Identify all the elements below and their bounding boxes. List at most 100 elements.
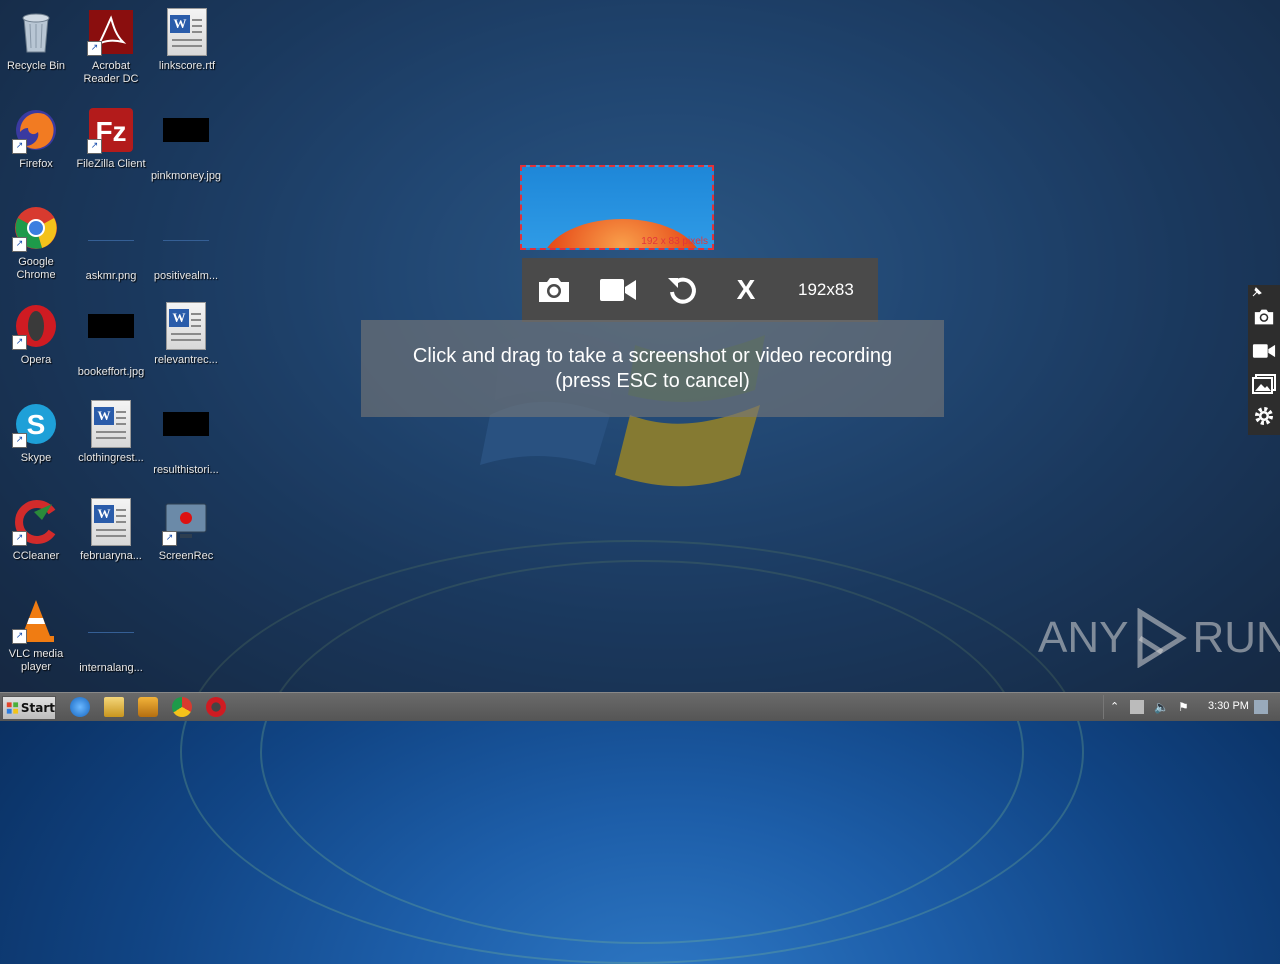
shortcut-arrow-icon: ↗: [12, 335, 27, 350]
image-file-icon: [162, 218, 210, 266]
recycle-bin-icon: [12, 8, 60, 56]
start-button[interactable]: Start: [2, 696, 56, 720]
desktop-icon-label: ScreenRec: [158, 550, 214, 562]
desktop-icon-label: resulthistori...: [153, 464, 219, 476]
shortcut-arrow-icon: ↗: [12, 139, 27, 154]
shortcut-arrow-icon: ↗: [12, 629, 27, 644]
desktop-icon-positivealm[interactable]: positivealm...: [148, 204, 224, 283]
anyrun-watermark: ANY RUN: [1038, 608, 1280, 668]
camera-icon: [1254, 309, 1274, 325]
ccleaner-icon: ↗: [12, 498, 60, 546]
word-document-icon: W: [162, 302, 210, 350]
desktop-icon-resulthistori[interactable]: resulthistori...: [148, 400, 224, 477]
desktop-icon-label: bookeffort.jpg: [77, 366, 145, 378]
redo-icon: [668, 277, 696, 304]
screenrec-side-panel: [1248, 285, 1280, 435]
watermark-text-right: RUN: [1192, 613, 1280, 662]
desktop-icon-opera[interactable]: ↗ Opera: [0, 302, 74, 367]
taskbar-chrome-button[interactable]: [172, 697, 192, 717]
shortcut-arrow-icon: ↗: [12, 237, 27, 252]
camera-icon: [539, 278, 569, 302]
redo-selection-button[interactable]: [650, 258, 714, 322]
desktop-icon-label: Recycle Bin: [6, 60, 66, 72]
desktop-icon-label: Google Chrome: [16, 256, 56, 281]
desktop-icon-chrome[interactable]: ↗ Google Chrome: [0, 204, 74, 282]
desktop-icon-label: FileZilla Client: [76, 158, 146, 170]
image-file-icon: [162, 118, 210, 166]
video-camera-icon: [1252, 344, 1276, 358]
close-icon: X: [736, 274, 756, 305]
shortcut-arrow-icon: ↗: [12, 531, 27, 546]
desktop-icon-askmr[interactable]: askmr.png: [73, 204, 149, 283]
side-video-button[interactable]: [1252, 339, 1276, 363]
desktop-icon-filezilla[interactable]: Fz ↗ FileZilla Client: [73, 106, 149, 171]
desktop-icon-recycle-bin[interactable]: Recycle Bin: [0, 8, 74, 73]
capture-toolbar: X 192x83: [522, 258, 878, 322]
watermark-text-left: ANY: [1038, 613, 1129, 662]
image-file-icon: [87, 610, 135, 658]
word-document-icon: W: [87, 400, 135, 448]
pin-panel-button[interactable]: [1250, 285, 1264, 299]
filezilla-icon: Fz ↗: [87, 106, 135, 154]
desktop-icon-pinkmoney[interactable]: pinkmoney.jpg: [148, 106, 224, 183]
gear-icon: [1255, 407, 1273, 425]
action-center-flag-icon[interactable]: ⚑: [1178, 700, 1192, 714]
windows-logo-icon: [6, 702, 19, 714]
close-capture-button[interactable]: X: [714, 258, 778, 322]
desktop-icon-bookeffort[interactable]: bookeffort.jpg: [73, 302, 149, 379]
chrome-icon: ↗: [12, 204, 60, 252]
capture-selection-region[interactable]: 192 x 83 pixels: [520, 165, 714, 250]
desktop-icon-label: VLC media player: [8, 648, 64, 673]
taskbar-opera-button[interactable]: [206, 697, 226, 717]
desktop-icon-label: clothingrest...: [78, 452, 144, 464]
screenrec-icon: ↗: [162, 498, 210, 546]
desktop-icon-acrobat[interactable]: ↗ Acrobat Reader DC: [73, 8, 149, 86]
pin-icon: [1252, 287, 1262, 297]
desktop-icon-skype[interactable]: S ↗ Skype: [0, 400, 74, 465]
hint-line-1: Click and drag to take a screenshot or v…: [412, 345, 893, 367]
screenshot-button[interactable]: [522, 258, 586, 322]
selection-size-readout: 192x83: [798, 280, 854, 299]
video-record-button[interactable]: [586, 258, 650, 322]
taskbar-ie-button[interactable]: [70, 697, 90, 717]
system-tray: ⌃ 🔈 ⚑ 3:30 PM: [1103, 695, 1280, 719]
desktop-icon-linkscore[interactable]: W linkscore.rtf: [149, 8, 225, 73]
taskbar-clock[interactable]: 3:30 PM: [1208, 700, 1249, 712]
desktop-icon-label: relevantrec...: [154, 354, 218, 366]
desktop-icon-firefox[interactable]: ↗ Firefox: [0, 106, 74, 171]
taskbar-explorer-button[interactable]: [104, 697, 124, 717]
desktop-icon-screenrec[interactable]: ↗ ScreenRec: [148, 498, 224, 563]
desktop-icon-label: Opera: [20, 354, 52, 366]
image-file-icon: [87, 218, 135, 266]
desktop-icon-vlc[interactable]: ↗ VLC media player: [0, 596, 74, 674]
gallery-icon: [1252, 374, 1276, 394]
desktop-icon-internalang[interactable]: internalang...: [73, 596, 149, 675]
desktop-icon-relevantrec[interactable]: W relevantrec...: [148, 302, 224, 367]
svg-text:S: S: [27, 409, 46, 440]
desktop-icon-label: februaryna...: [80, 550, 142, 562]
desktop-icon-label: positivealm...: [153, 270, 219, 282]
desktop-icon-ccleaner[interactable]: ↗ CCleaner: [0, 498, 74, 563]
taskbar-media-player-button[interactable]: [138, 697, 158, 717]
acrobat-icon: ↗: [87, 8, 135, 56]
desktop-icon-label: Acrobat Reader DC: [83, 60, 139, 85]
capture-hint-banner: Click and drag to take a screenshot or v…: [361, 320, 944, 417]
network-icon[interactable]: [1130, 700, 1144, 714]
desktop-icon-label: pinkmoney.jpg: [150, 170, 222, 182]
desktop-icon-label: CCleaner: [12, 550, 60, 562]
tray-expand-icon[interactable]: ⌃: [1110, 700, 1124, 714]
show-desktop-icon[interactable]: [1254, 700, 1268, 714]
side-gallery-button[interactable]: [1252, 372, 1276, 396]
desktop-icon-februaryna[interactable]: W februaryna...: [73, 498, 149, 563]
side-settings-button[interactable]: [1252, 404, 1276, 428]
desktop-icon-label: internalang...: [79, 662, 143, 674]
start-label: Start: [20, 701, 55, 715]
side-screenshot-button[interactable]: [1252, 305, 1276, 329]
word-document-icon: W: [163, 8, 211, 56]
image-file-icon: [162, 412, 210, 460]
desktop-icon-label: linkscore.rtf: [158, 60, 216, 72]
volume-icon[interactable]: 🔈: [1154, 700, 1169, 714]
shortcut-arrow-icon: ↗: [87, 139, 102, 154]
vlc-icon: ↗: [12, 596, 60, 644]
desktop-icon-clothingrest[interactable]: W clothingrest...: [73, 400, 149, 465]
